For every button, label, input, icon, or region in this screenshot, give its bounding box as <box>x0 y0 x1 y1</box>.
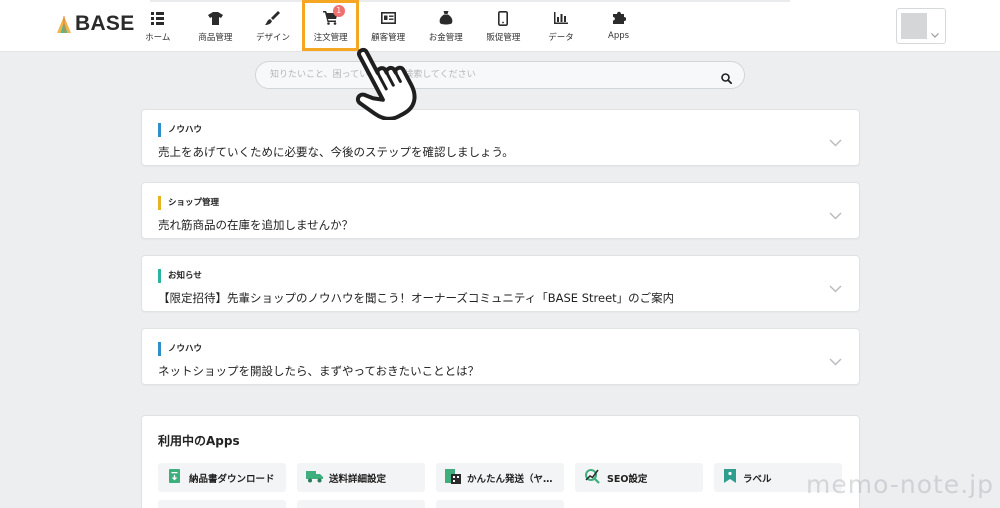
nav-label: ホーム <box>145 33 171 43</box>
notice-category: お知らせ <box>158 269 202 283</box>
bar-chart-icon <box>553 10 569 26</box>
seo-icon <box>584 467 601 488</box>
nav-products[interactable]: 商品管理 <box>187 0 245 51</box>
notice-category: ショップ管理 <box>158 196 219 210</box>
nav-label: 商品管理 <box>198 33 233 43</box>
notice-card[interactable]: ショップ管理 売れ筋商品の在庫を追加しませんか？ <box>141 182 860 239</box>
apps-in-use-panel: 利用中のApps 納品書ダウンロード 送料詳細設定 かんたん発送（ヤ… SEO設… <box>141 415 860 508</box>
app-chip-partial[interactable] <box>297 500 425 508</box>
nav-label: 販促管理 <box>486 33 521 43</box>
notice-title: 売上をあげていくために必要な、今後のステップを確認しましょう。 <box>158 145 514 159</box>
app-label: SEO設定 <box>607 473 648 485</box>
app-easy-shipping[interactable]: かんたん発送（ヤ… <box>436 463 564 492</box>
app-label: 送料詳細設定 <box>329 473 387 485</box>
app-label: かんたん発送（ヤ… <box>467 473 553 485</box>
nav-orders[interactable]: 1 注文管理 <box>301 0 360 51</box>
document-download-icon <box>167 468 183 488</box>
qr-box-icon <box>445 468 461 488</box>
nav-label: 注文管理 <box>313 33 348 43</box>
nav-promo[interactable]: 販促管理 <box>475 0 533 51</box>
nav-customers[interactable]: 顧客管理 <box>359 0 417 51</box>
nav-label: お金管理 <box>428 33 463 43</box>
app-chip-partial[interactable] <box>436 500 564 508</box>
tent-logo-icon <box>56 14 72 34</box>
nav-label: Apps <box>608 31 630 41</box>
notice-category: ノウハウ <box>158 123 202 137</box>
account-menu[interactable] <box>896 8 946 44</box>
grid-icon <box>150 10 166 26</box>
notice-title: 売れ筋商品の在庫を追加しませんか？ <box>158 218 354 232</box>
truck-icon <box>306 468 323 487</box>
nav-label: データ <box>548 33 574 43</box>
search-input[interactable] <box>270 65 710 85</box>
label-tag-icon <box>723 468 737 488</box>
top-header: BASE ホーム 商品管理 デザイン 1 注文管理 顧客管理 お金管理 販促管理… <box>0 0 1000 52</box>
notice-card[interactable]: お知らせ 【限定招待】先輩ショップのノウハウを聞こう！オーナーズコミュニティ「B… <box>141 255 860 312</box>
notice-title: 【限定招待】先輩ショップのノウハウを聞こう！オーナーズコミュニティ「BASE S… <box>158 291 675 305</box>
notice-category: ノウハウ <box>158 342 202 356</box>
app-delivery-slip-download[interactable]: 納品書ダウンロード <box>158 463 286 492</box>
app-seo-settings[interactable]: SEO設定 <box>575 463 703 492</box>
app-label: 納品書ダウンロード <box>189 473 275 485</box>
puzzle-icon <box>611 10 627 26</box>
apps-section-title: 利用中のApps <box>158 434 240 448</box>
nav-home[interactable]: ホーム <box>129 0 187 51</box>
app-shipping-settings[interactable]: 送料詳細設定 <box>297 463 425 492</box>
id-card-icon <box>380 10 396 26</box>
nav-design[interactable]: デザイン <box>244 0 302 51</box>
chevron-down-icon <box>931 23 939 42</box>
help-search-bar <box>255 61 745 89</box>
nav-money[interactable]: お金管理 <box>417 0 475 51</box>
order-count-badge: 1 <box>332 5 345 17</box>
main-nav: ホーム 商品管理 デザイン 1 注文管理 顧客管理 お金管理 販促管理 データ … <box>129 0 647 51</box>
chevron-down-icon[interactable] <box>829 278 842 297</box>
nav-label: 顧客管理 <box>371 33 406 43</box>
search-icon[interactable] <box>721 69 733 88</box>
notice-card[interactable]: ノウハウ 売上をあげていくために必要な、今後のステップを確認しましょう。 <box>141 109 860 166</box>
smartphone-icon <box>495 10 511 26</box>
paintbrush-icon <box>265 10 281 26</box>
nav-apps[interactable]: Apps <box>590 0 648 51</box>
logo-text: BASE <box>75 12 135 35</box>
nav-label: デザイン <box>255 33 290 43</box>
base-logo[interactable]: BASE <box>56 12 135 35</box>
app-chip-partial[interactable] <box>158 500 286 508</box>
money-bag-icon <box>438 10 454 26</box>
site-watermark: memo-note.jp <box>806 470 994 499</box>
tshirt-icon <box>207 10 223 26</box>
notice-title: ネットショップを開設したら、まずやっておきたいこととは？ <box>158 364 480 378</box>
avatar <box>901 13 927 39</box>
chevron-down-icon[interactable] <box>829 205 842 224</box>
notice-card[interactable]: ノウハウ ネットショップを開設したら、まずやっておきたいこととは？ <box>141 328 860 385</box>
app-label: ラベル <box>743 473 772 485</box>
chevron-down-icon[interactable] <box>829 351 842 370</box>
nav-data[interactable]: データ <box>532 0 590 51</box>
chevron-down-icon[interactable] <box>829 132 842 151</box>
